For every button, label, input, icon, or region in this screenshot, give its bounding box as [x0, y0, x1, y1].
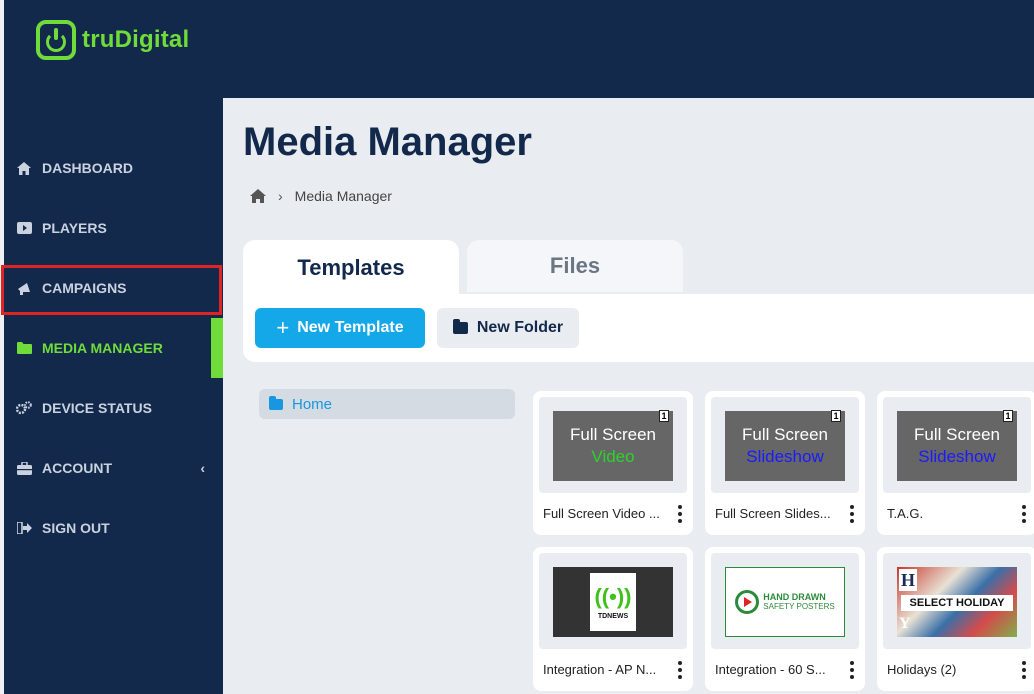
breadcrumb-current: Media Manager [294, 188, 392, 204]
sidebar-item-label: ACCOUNT [42, 460, 112, 476]
sidebar-item-players[interactable]: PLAYERS [4, 204, 223, 252]
template-thumbnail: ((•)) TDNEWS [539, 553, 687, 649]
sidebar-item-sign-out[interactable]: SIGN OUT [4, 504, 223, 552]
count-badge: 1 [831, 410, 841, 422]
chevron-left-icon[interactable]: ‹ [200, 460, 205, 476]
sidebar-item-label: DASHBOARD [42, 160, 133, 176]
template-name: T.A.G. [887, 506, 924, 521]
count-badge: 1 [1003, 410, 1013, 422]
sidebar-item-account[interactable]: ACCOUNT ‹ [4, 444, 223, 492]
tab-files[interactable]: Files [467, 240, 683, 292]
more-options-icon[interactable] [1021, 661, 1027, 679]
page-title: Media Manager [243, 120, 532, 164]
folder-icon [269, 395, 283, 410]
more-options-icon[interactable] [677, 505, 683, 523]
chevron-right-icon: › [278, 188, 283, 204]
template-thumbnail: HAND DRAWN SAFETY POSTERS [711, 553, 859, 649]
template-card[interactable]: Full Screen Slideshow 1 T.A.G. [877, 391, 1034, 535]
sidebar-item-label: DEVICE STATUS [42, 400, 152, 416]
sidebar-item-label: MEDIA MANAGER [42, 340, 163, 356]
folder-tree-home[interactable]: Home [259, 389, 515, 419]
breadcrumb: › Media Manager [250, 188, 392, 204]
new-template-label: New Template [297, 319, 404, 336]
sidebar-item-label: PLAYERS [42, 220, 107, 236]
sidebar: DASHBOARD PLAYERS CAMPAIGNS MEDIA MANAGE… [4, 98, 223, 694]
toolbar: + New Template New Folder [243, 294, 1034, 362]
play-icon [735, 590, 760, 614]
template-thumbnail: Full Screen Video 1 [539, 397, 687, 493]
power-icon [36, 20, 76, 60]
template-thumbnail: Full Screen Slideshow 1 [883, 397, 1031, 493]
template-card[interactable]: H SELECT HOLIDAY Y Holidays (2) [877, 547, 1034, 691]
template-thumbnail: H SELECT HOLIDAY Y [883, 553, 1031, 649]
template-card[interactable]: HAND DRAWN SAFETY POSTERS Integration - … [705, 547, 865, 691]
template-card[interactable]: ((•)) TDNEWS Integration - AP N... [533, 547, 693, 691]
trudigital-logo[interactable]: truDigital [36, 20, 189, 60]
more-options-icon[interactable] [1021, 505, 1027, 523]
sidebar-item-dashboard[interactable]: DASHBOARD [4, 144, 223, 192]
play-icon [16, 220, 32, 236]
template-name: Full Screen Slides... [715, 506, 831, 521]
sign-out-icon [16, 520, 32, 536]
template-name: Integration - 60 S... [715, 662, 826, 677]
more-options-icon[interactable] [677, 661, 683, 679]
folder-tree-home-label: Home [292, 395, 333, 413]
template-name: Full Screen Video ... [543, 506, 660, 521]
template-thumbnail: Full Screen Slideshow 1 [711, 397, 859, 493]
count-badge: 1 [659, 410, 669, 422]
folder-icon [452, 319, 468, 334]
main-content: Media Manager › Media Manager Templates … [223, 98, 1034, 694]
sidebar-item-media-manager[interactable]: MEDIA MANAGER [4, 324, 223, 372]
top-bar: truDigital [4, 0, 1034, 98]
template-card[interactable]: Full Screen Video 1 Full Screen Video ..… [533, 391, 693, 535]
tab-templates[interactable]: Templates [243, 240, 459, 296]
sidebar-item-label: SIGN OUT [42, 520, 110, 536]
home-icon [16, 160, 32, 176]
template-name: Integration - AP N... [543, 662, 657, 677]
template-card[interactable]: Full Screen Slideshow 1 Full Screen Slid… [705, 391, 865, 535]
gears-icon [16, 400, 32, 416]
plus-icon: + [276, 315, 290, 340]
new-template-button[interactable]: + New Template [255, 308, 425, 348]
new-folder-label: New Folder [476, 319, 564, 336]
folder-icon [16, 340, 32, 356]
broadcast-icon: ((•)) [594, 583, 632, 609]
home-icon[interactable] [250, 189, 266, 203]
template-name: Holidays (2) [887, 662, 957, 677]
more-options-icon[interactable] [849, 505, 855, 523]
sidebar-item-device-status[interactable]: DEVICE STATUS [4, 384, 223, 432]
briefcase-icon [16, 460, 32, 476]
new-folder-button[interactable]: New Folder [437, 308, 579, 348]
active-indicator [211, 318, 223, 378]
campaigns-highlight-box [1, 265, 222, 315]
logo-text: truDigital [82, 26, 190, 53]
more-options-icon[interactable] [849, 661, 855, 679]
